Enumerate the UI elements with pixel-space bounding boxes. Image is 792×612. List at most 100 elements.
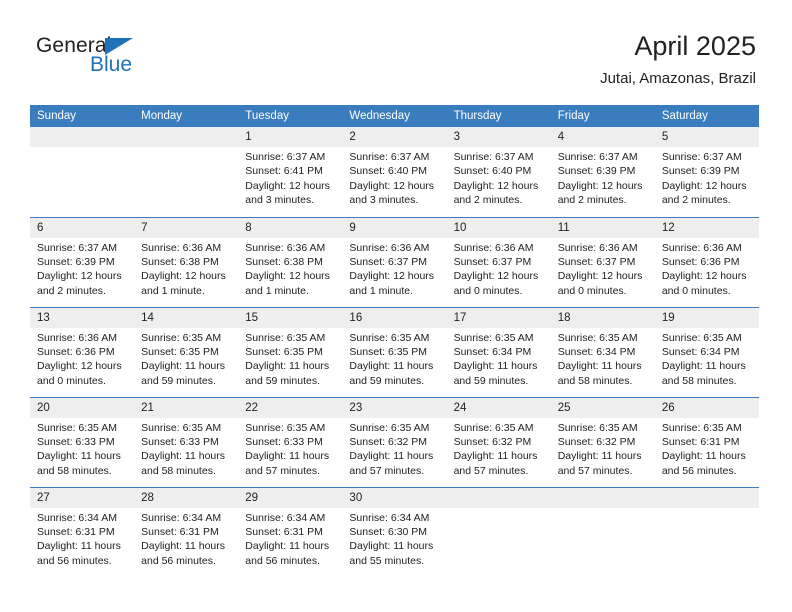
daylight-text: Daylight: 11 hours and 56 minutes. — [245, 540, 330, 567]
sunset-text: Sunset: 6:33 PM — [141, 435, 219, 448]
sunset-text: Sunset: 6:36 PM — [37, 345, 115, 358]
daylight-text: Daylight: 12 hours and 2 minutes. — [661, 179, 747, 207]
day-number: 3 — [446, 127, 551, 147]
day-details: Sunrise: 6:35 AM Sunset: 6:35 PM Daylight:… — [238, 328, 342, 389]
sunset-text: Sunset: 6:31 PM — [661, 435, 740, 448]
sunrise-text: Sunrise: 6:35 AM — [245, 331, 326, 344]
day-number: 30 — [342, 487, 447, 508]
day-number: 19 — [654, 307, 759, 328]
calendar-day-cell-empty — [654, 486, 759, 577]
day-details: Sunrise: 6:34 AM Sunset: 6:30 PM Daylight:… — [342, 508, 446, 569]
daylight-text: Daylight: 11 hours and 56 minutes. — [661, 450, 746, 477]
sunset-text: Sunset: 6:33 PM — [37, 435, 115, 448]
day-number: 2 — [342, 127, 447, 147]
sunrise-text: Sunrise: 6:34 AM — [349, 511, 430, 524]
calendar-day-cell[interactable]: 17 Sunrise: 6:35 AM Sunset: 6:34 PM Dayligh… — [446, 306, 551, 397]
calendar-day-cell[interactable]: 11 Sunrise: 6:36 AM Sunset: 6:37 PM Dayligh… — [550, 216, 655, 307]
daylight-text: Daylight: 11 hours and 56 minutes. — [141, 540, 225, 567]
calendar-day-cell[interactable]: 26 Sunrise: 6:35 AM Sunset: 6:31 PM Dayligh… — [654, 396, 759, 487]
calendar-day-cell[interactable]: 25 Sunrise: 6:35 AM Sunset: 6:32 PM Dayligh… — [550, 396, 655, 487]
sunrise-text: Sunrise: 6:35 AM — [453, 421, 534, 434]
day-number: 13 — [30, 307, 135, 328]
sunrise-text: Sunrise: 6:36 AM — [453, 241, 534, 254]
calendar-day-cell[interactable]: 21 Sunrise: 6:35 AM Sunset: 6:33 PM Dayligh… — [134, 396, 239, 487]
sunrise-text: Sunrise: 6:34 AM — [245, 511, 326, 524]
day-number — [654, 487, 759, 508]
day-details: Sunrise: 6:36 AM Sunset: 6:36 PM Daylight:… — [30, 328, 134, 389]
day-details: Sunrise: 6:37 AM Sunset: 6:39 PM Daylight:… — [551, 147, 655, 208]
daylight-text: Daylight: 11 hours and 58 minutes. — [37, 450, 121, 477]
day-number: 26 — [654, 397, 759, 418]
day-details: Sunrise: 6:35 AM Sunset: 6:32 PM Daylight:… — [342, 418, 446, 479]
sunset-text: Sunset: 6:34 PM — [453, 345, 532, 358]
daylight-text: Daylight: 11 hours and 59 minutes. — [141, 360, 225, 387]
sunset-text: Sunset: 6:40 PM — [349, 165, 428, 178]
calendar-day-cell[interactable]: 2 Sunrise: 6:37 AM Sunset: 6:40 PM Daylight… — [342, 127, 447, 217]
sunset-text: Sunset: 6:32 PM — [557, 435, 636, 448]
day-details: Sunrise: 6:35 AM Sunset: 6:33 PM Daylight:… — [30, 418, 134, 479]
daylight-text: Daylight: 12 hours and 0 minutes. — [37, 360, 122, 387]
calendar-grid: Sunday Monday Tuesday Wednesday Thursday… — [30, 105, 759, 577]
sunset-text: Sunset: 6:37 PM — [349, 255, 428, 268]
daylight-text: Daylight: 11 hours and 59 minutes. — [349, 360, 434, 387]
calendar-day-cell[interactable]: 13 Sunrise: 6:36 AM Sunset: 6:36 PM Dayligh… — [30, 306, 135, 397]
sunrise-text: Sunrise: 6:35 AM — [349, 331, 430, 344]
sunrise-text: Sunrise: 6:35 AM — [141, 331, 222, 344]
calendar-week-row: 27 Sunrise: 6:34 AM Sunset: 6:31 PM Dayligh… — [30, 486, 759, 577]
day-details: Sunrise: 6:36 AM Sunset: 6:38 PM Daylight:… — [134, 238, 238, 299]
daylight-text: Daylight: 12 hours and 1 minute. — [349, 270, 435, 297]
day-details: Sunrise: 6:34 AM Sunset: 6:31 PM Daylight:… — [238, 508, 342, 569]
calendar-day-cell[interactable]: 7 Sunrise: 6:36 AM Sunset: 6:38 PM Daylight… — [134, 216, 239, 307]
calendar-day-cell[interactable]: 28 Sunrise: 6:34 AM Sunset: 6:31 PM Dayligh… — [134, 486, 239, 577]
calendar-day-cell[interactable]: 23 Sunrise: 6:35 AM Sunset: 6:32 PM Dayligh… — [342, 396, 447, 487]
day-number — [446, 487, 551, 508]
calendar-day-cell[interactable]: 16 Sunrise: 6:35 AM Sunset: 6:35 PM Dayligh… — [342, 306, 447, 397]
day-details: Sunrise: 6:35 AM Sunset: 6:32 PM Daylight:… — [447, 418, 551, 479]
sunset-text: Sunset: 6:38 PM — [141, 255, 219, 268]
calendar-day-cell-empty — [30, 127, 135, 217]
calendar-day-cell[interactable]: 1 Sunrise: 6:37 AM Sunset: 6:41 PM Daylight… — [238, 127, 343, 217]
calendar-day-cell[interactable]: 9 Sunrise: 6:36 AM Sunset: 6:37 PM Daylight… — [342, 216, 447, 307]
sunset-text: Sunset: 6:39 PM — [661, 165, 740, 178]
general-blue-logo[interactable]: General Blue — [36, 34, 216, 90]
day-number: 10 — [446, 217, 551, 238]
day-number: 22 — [238, 397, 343, 418]
calendar-day-cell[interactable]: 19 Sunrise: 6:35 AM Sunset: 6:34 PM Dayligh… — [654, 306, 759, 397]
weekday-header-tuesday: Tuesday — [238, 105, 343, 127]
calendar-day-cell[interactable]: 30 Sunrise: 6:34 AM Sunset: 6:30 PM Dayligh… — [342, 486, 447, 577]
calendar-day-cell[interactable]: 4 Sunrise: 6:37 AM Sunset: 6:39 PM Daylight… — [550, 127, 655, 217]
calendar-day-cell[interactable]: 6 Sunrise: 6:37 AM Sunset: 6:39 PM Daylight… — [30, 216, 135, 307]
calendar-page: General Blue April 2025 Jutai, Amazonas,… — [0, 0, 792, 612]
calendar-day-cell[interactable]: 27 Sunrise: 6:34 AM Sunset: 6:31 PM Dayligh… — [30, 486, 135, 577]
sunset-text: Sunset: 6:32 PM — [453, 435, 532, 448]
calendar-week-row: 20 Sunrise: 6:35 AM Sunset: 6:33 PM Dayligh… — [30, 396, 759, 487]
daylight-text: Daylight: 11 hours and 55 minutes. — [349, 540, 434, 567]
sunset-text: Sunset: 6:38 PM — [245, 255, 323, 268]
sunset-text: Sunset: 6:32 PM — [349, 435, 428, 448]
calendar-day-cell[interactable]: 10 Sunrise: 6:36 AM Sunset: 6:37 PM Dayligh… — [446, 216, 551, 307]
sunset-text: Sunset: 6:40 PM — [453, 165, 532, 178]
calendar-day-cell[interactable]: 20 Sunrise: 6:35 AM Sunset: 6:33 PM Dayligh… — [30, 396, 135, 487]
day-number: 28 — [134, 487, 239, 508]
day-number: 17 — [446, 307, 551, 328]
calendar-day-cell[interactable]: 5 Sunrise: 6:37 AM Sunset: 6:39 PM Daylight… — [654, 127, 759, 217]
calendar-day-cell[interactable]: 14 Sunrise: 6:35 AM Sunset: 6:35 PM Dayligh… — [134, 306, 239, 397]
day-details: Sunrise: 6:35 AM Sunset: 6:32 PM Daylight:… — [551, 418, 655, 479]
calendar-day-cell[interactable]: 8 Sunrise: 6:36 AM Sunset: 6:38 PM Daylight… — [238, 216, 343, 307]
day-details: Sunrise: 6:34 AM Sunset: 6:31 PM Daylight:… — [30, 508, 134, 569]
day-details: Sunrise: 6:37 AM Sunset: 6:40 PM Daylight:… — [342, 147, 446, 208]
calendar-day-cell[interactable]: 22 Sunrise: 6:35 AM Sunset: 6:33 PM Dayligh… — [238, 396, 343, 487]
daylight-text: Daylight: 11 hours and 57 minutes. — [245, 450, 330, 477]
calendar-day-cell[interactable]: 29 Sunrise: 6:34 AM Sunset: 6:31 PM Dayligh… — [238, 486, 343, 577]
daylight-text: Daylight: 12 hours and 3 minutes. — [349, 179, 435, 207]
calendar-day-cell[interactable]: 12 Sunrise: 6:36 AM Sunset: 6:36 PM Dayligh… — [654, 216, 759, 307]
calendar-day-cell[interactable]: 24 Sunrise: 6:35 AM Sunset: 6:32 PM Dayligh… — [446, 396, 551, 487]
calendar-day-cell[interactable]: 18 Sunrise: 6:35 AM Sunset: 6:34 PM Dayligh… — [550, 306, 655, 397]
calendar-day-cell[interactable]: 3 Sunrise: 6:37 AM Sunset: 6:40 PM Daylight… — [446, 127, 551, 217]
sunrise-text: Sunrise: 6:35 AM — [349, 421, 430, 434]
day-number: 23 — [342, 397, 447, 418]
calendar-day-cell[interactable]: 15 Sunrise: 6:35 AM Sunset: 6:35 PM Dayligh… — [238, 306, 343, 397]
day-details: Sunrise: 6:35 AM Sunset: 6:35 PM Daylight:… — [134, 328, 238, 389]
day-number: 12 — [654, 217, 759, 238]
day-number: 24 — [446, 397, 551, 418]
